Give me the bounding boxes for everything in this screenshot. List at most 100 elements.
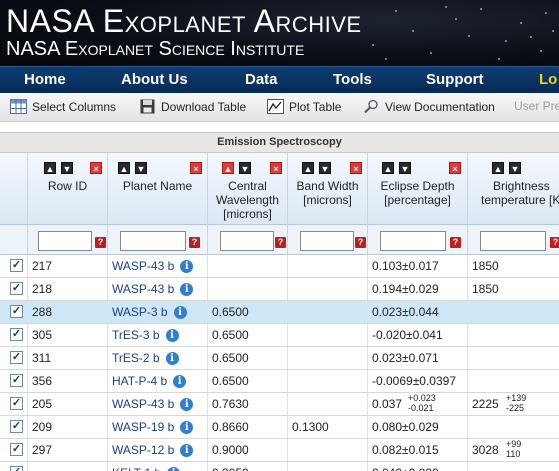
row-id-value: 205 [32, 397, 53, 411]
cell-band-width [288, 370, 368, 392]
filter-input-eclipse-depth[interactable] [380, 231, 446, 251]
cell-brightness-temperature [468, 462, 559, 471]
filter-help-icon[interactable]: ? [550, 237, 559, 248]
data-grid: Emission Spectroscopy ▲ ▼ × Row ID ▲ ▼ ×… [0, 122, 559, 471]
plot-table-button[interactable]: Plot Table [267, 99, 341, 114]
filter-input-rowid[interactable] [38, 231, 92, 251]
filter-help-icon[interactable]: ? [189, 237, 200, 248]
sort-ascending-icon[interactable]: ▲ [382, 162, 394, 174]
column-label: Central [228, 179, 267, 193]
table-row[interactable]: ✓ KELT-1 b i 0.9050 0.040±0.020 [0, 462, 559, 471]
row-checkbox[interactable]: ✓ [10, 443, 23, 456]
sort-ascending-icon[interactable]: ▲ [118, 162, 130, 174]
sort-descending-icon[interactable]: ▼ [399, 162, 411, 174]
info-icon[interactable]: i [173, 375, 187, 388]
download-table-button[interactable]: Download Table [139, 99, 246, 114]
planet-name-link[interactable]: WASP-3 b [112, 305, 168, 319]
table-row[interactable]: ✓ 209 WASP-19 b i 0.8660 0.1300 0.080±0.029 [0, 416, 559, 439]
row-checkbox[interactable]: ✓ [10, 374, 23, 387]
info-icon[interactable]: i [180, 283, 194, 296]
table-row[interactable]: ✓ 217 WASP-43 b i 0.103±0.017 1850 [0, 255, 559, 278]
sort-descending-icon[interactable]: ▼ [509, 162, 521, 174]
row-checkbox[interactable]: ✓ [10, 466, 23, 471]
nav-support[interactable]: Support [426, 71, 484, 88]
planet-name-link[interactable]: KELT-1 b [112, 466, 161, 471]
filter-input-wavelength[interactable] [220, 231, 274, 251]
filter-help-icon[interactable]: ? [95, 237, 106, 248]
cell-eclipse-depth: -0.020±0.041 [368, 324, 468, 346]
table-row[interactable]: ✓ 297 WASP-12 b i 0.9000 0.082±0.015 3028 +99 11… [0, 439, 559, 462]
row-checkbox[interactable]: ✓ [10, 328, 23, 341]
row-checkbox[interactable]: ✓ [10, 282, 23, 295]
planet-name-link[interactable]: TrES-3 b [112, 328, 160, 342]
planet-name-link[interactable]: TrES-2 b [112, 351, 160, 365]
planet-name-link[interactable]: WASP-43 b [112, 282, 174, 296]
column-label: Brightness [493, 179, 550, 193]
row-checkbox[interactable]: ✓ [10, 420, 23, 433]
nav-login[interactable]: Lo [539, 71, 557, 88]
row-checkbox[interactable]: ✓ [10, 397, 23, 410]
user-preferences-button[interactable]: User Pre [514, 99, 559, 113]
nav-about-us[interactable]: About Us [121, 71, 188, 88]
row-id-value: 311 [32, 351, 52, 365]
nav-data[interactable]: Data [245, 71, 278, 88]
table-row[interactable]: ✓ 311 TrES-2 b i 0.6500 0.023±0.071 [0, 347, 559, 370]
info-icon[interactable]: i [167, 467, 181, 471]
remove-column-icon[interactable]: × [449, 162, 461, 174]
row-id-value: 218 [32, 282, 53, 296]
sort-ascending-icon[interactable]: ▲ [44, 162, 56, 174]
filter-help-icon[interactable]: ? [450, 237, 461, 248]
remove-column-icon[interactable]: × [270, 162, 282, 174]
table-row[interactable]: ✓ 288 WASP-3 b i 0.6500 0.023±0.044 [0, 301, 559, 324]
info-icon[interactable]: i [165, 352, 179, 365]
sort-descending-icon[interactable]: ▼ [319, 162, 331, 174]
sort-ascending-icon[interactable]: ▲ [492, 162, 504, 174]
select-columns-button[interactable]: Select Columns [10, 99, 116, 114]
cell-brightness-temperature [468, 370, 559, 392]
cell-wavelength: 0.8660 [208, 416, 288, 438]
table-row[interactable]: ✓ 205 WASP-43 b i 0.7630 0.037 +0.023 -0.021 222… [0, 393, 559, 416]
filter-help-icon[interactable]: ? [275, 237, 286, 248]
info-icon[interactable]: i [180, 398, 194, 411]
info-icon[interactable]: i [180, 260, 194, 273]
remove-column-icon[interactable]: × [350, 162, 362, 174]
filter-input-planet-name[interactable] [120, 231, 186, 251]
filter-help-icon[interactable]: ? [355, 237, 366, 248]
row-checkbox[interactable]: ✓ [10, 351, 23, 364]
row-id-value: 209 [32, 420, 53, 434]
nav-tools[interactable]: Tools [333, 71, 372, 88]
planet-name-link[interactable]: WASP-12 b [112, 443, 174, 457]
cell-planet-name: TrES-2 b i [108, 347, 208, 369]
cell-wavelength: 0.6500 [208, 347, 288, 369]
planet-name-link[interactable]: WASP-43 b [112, 397, 174, 411]
sort-ascending-icon[interactable]: ▲ [302, 162, 314, 174]
sort-descending-icon[interactable]: ▼ [61, 162, 73, 174]
table-row[interactable]: ✓ 305 TrES-3 b i 0.6500 -0.020±0.041 [0, 324, 559, 347]
cell-wavelength: 0.6500 [208, 324, 288, 346]
nav-home[interactable]: Home [24, 71, 66, 88]
sort-ascending-icon[interactable]: ▲ [222, 162, 234, 174]
row-id-value: 305 [32, 328, 53, 342]
cell-wavelength [208, 255, 288, 277]
remove-column-icon[interactable]: × [190, 162, 202, 174]
sort-descending-icon[interactable]: ▼ [239, 162, 251, 174]
table-row[interactable]: ✓ 218 WASP-43 b i 0.194±0.029 1850 [0, 278, 559, 301]
sort-descending-icon[interactable]: ▼ [135, 162, 147, 174]
view-documentation-button[interactable]: View Documentation [363, 99, 495, 114]
remove-column-icon[interactable]: × [90, 162, 102, 174]
filter-input-brightness-temperature[interactable] [480, 231, 546, 251]
info-icon[interactable]: i [180, 421, 194, 434]
filter-input-band-width[interactable] [300, 231, 354, 251]
cell-rowid: 205 [28, 393, 108, 415]
planet-name-link[interactable]: WASP-19 b [112, 420, 174, 434]
cell-rowid: 288 [28, 301, 108, 323]
row-checkbox[interactable]: ✓ [10, 259, 23, 272]
info-icon[interactable]: i [180, 444, 194, 457]
table-row[interactable]: ✓ 356 HAT-P-4 b i 0.6500 -0.0069±0.0397 [0, 370, 559, 393]
view-documentation-label: View Documentation [385, 99, 495, 114]
row-checkbox[interactable]: ✓ [10, 305, 23, 318]
info-icon[interactable]: i [173, 306, 187, 319]
planet-name-link[interactable]: WASP-43 b [112, 259, 174, 273]
planet-name-link[interactable]: HAT-P-4 b [112, 374, 167, 388]
info-icon[interactable]: i [165, 329, 179, 342]
